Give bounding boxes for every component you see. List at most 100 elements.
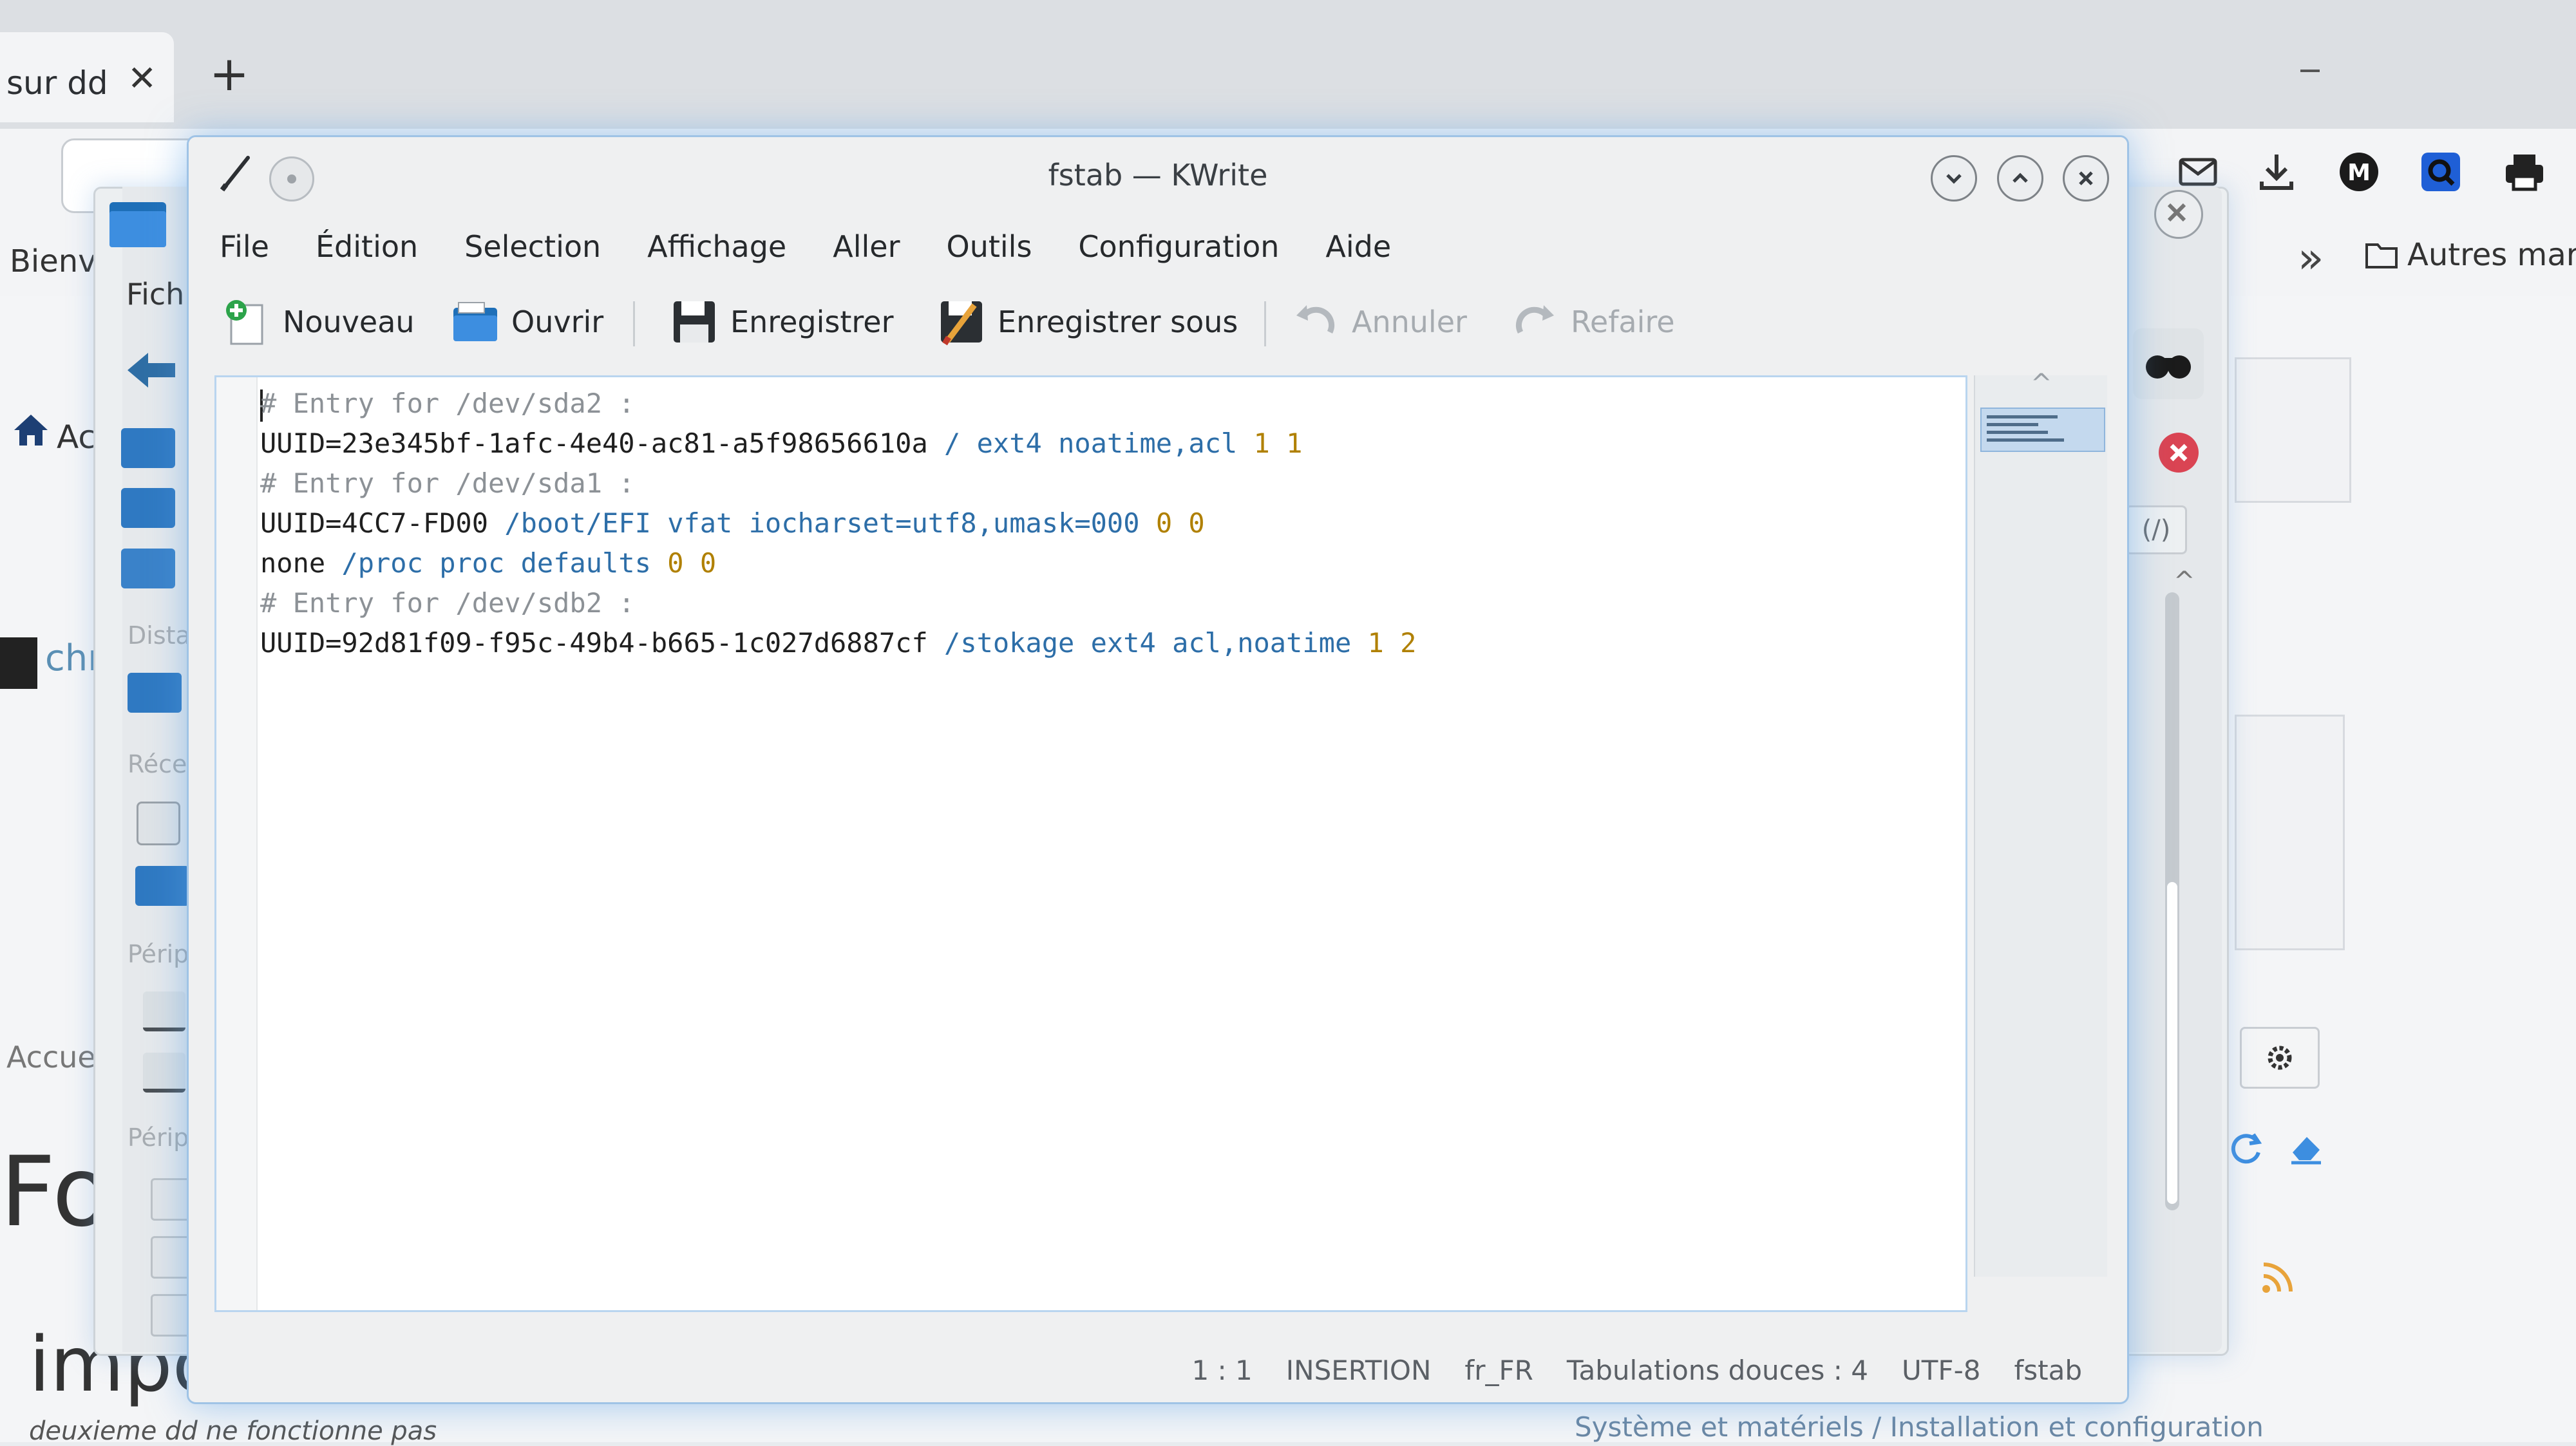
back-arrow-icon[interactable] (122, 348, 180, 393)
open-folder-icon (453, 301, 497, 341)
places-folder-icon[interactable] (121, 488, 175, 528)
comment-line[interactable]: # Entry for /dev/sda1 : (260, 464, 1416, 503)
minimap-line (1987, 431, 2048, 434)
fstab-mount-point: / (944, 427, 961, 459)
menu-go[interactable]: Aller (833, 229, 900, 264)
status-file-type[interactable]: fstab (2014, 1355, 2082, 1386)
extension-badge-text: M (2347, 160, 2371, 186)
fstab-entry-line[interactable]: none /proc proc defaults 0 0 (260, 543, 1416, 583)
extension-m-icon[interactable]: M (2336, 149, 2382, 194)
file-manager-menu-file[interactable]: Fich (126, 277, 184, 312)
other-bookmarks-folder[interactable]: Autres marc (2365, 237, 2576, 273)
fstab-entry-line[interactable]: UUID=92d81f09-f95c-49b4-b665-1c027d6887c… (260, 623, 1416, 663)
fstab-mount-point: /proc (341, 547, 423, 579)
status-dictionary[interactable]: fr_FR (1464, 1355, 1533, 1386)
places-folder-icon[interactable] (121, 428, 175, 468)
menu-view[interactable]: Affichage (647, 229, 786, 264)
file-manager-close-button[interactable] (2154, 190, 2203, 239)
category-breadcrumb[interactable]: Système et matériels / Installation et c… (1575, 1411, 2264, 1443)
bookmark-welcome[interactable]: Bienv (10, 243, 97, 279)
places-section-devices: Périp (128, 940, 189, 968)
menu-settings[interactable]: Configuration (1078, 229, 1279, 264)
minimize-button[interactable] (1931, 155, 1977, 202)
scroll-up-arrow[interactable]: ^ (2174, 567, 2195, 596)
refresh-icon[interactable] (2225, 1128, 2268, 1170)
places-network-icon[interactable] (128, 673, 182, 713)
browser-tab-close-button[interactable]: ✕ (128, 58, 156, 99)
fstab-options: acl,noatime (1172, 627, 1352, 659)
save-button[interactable]: Enregistrer (668, 291, 894, 352)
home-link[interactable]: Ac (57, 418, 96, 456)
menu-tools[interactable]: Outils (946, 229, 1032, 264)
comment-line[interactable]: # Entry for /dev/sdb2 : (260, 583, 1416, 623)
status-indentation[interactable]: Tabulations douces : 4 (1567, 1355, 1868, 1386)
places-section-recent: Réce (128, 750, 187, 778)
search-binoculars-button[interactable] (2133, 328, 2204, 399)
maximize-button[interactable] (1997, 155, 2043, 202)
menu-file[interactable]: File (220, 229, 269, 264)
status-cursor-position[interactable]: 1 : 1 (1191, 1355, 1252, 1386)
places-section-devices-2: Périp (128, 1123, 189, 1152)
scrollbar-minimap[interactable] (1974, 375, 2107, 1277)
binoculars-icon (2146, 355, 2191, 379)
recent-files-clock-icon[interactable] (137, 802, 180, 845)
status-encoding[interactable]: UTF-8 (1902, 1355, 1980, 1386)
fstab-entry-line[interactable]: UUID=23e345bf-1afc-4e40-ac81-a5f98656610… (260, 424, 1416, 464)
eraser-icon[interactable] (2285, 1128, 2327, 1170)
fstab-device: UUID=23e345bf-1afc-4e40-ac81-a5f98656610… (260, 427, 928, 459)
toolbar-separator (633, 301, 635, 346)
main-toolbar: Nouveau Ouvrir Enregistrer Enregistrer s… (189, 282, 2127, 362)
recent-locations-icon[interactable] (135, 866, 189, 906)
fstab-pass: 1 (1286, 427, 1303, 459)
drive-icon[interactable] (143, 1053, 185, 1093)
fstab-fs-type: ext4 (976, 427, 1042, 459)
editor-content[interactable]: # Entry for /dev/sda2 : UUID=23e345bf-1af… (260, 384, 1416, 663)
bookmarks-overflow-button[interactable]: » (2298, 233, 2324, 283)
new-document-icon (226, 299, 263, 344)
drive-icon[interactable] (143, 991, 185, 1031)
clear-error-icon[interactable] (2159, 433, 2199, 473)
settings-button[interactable] (2240, 1027, 2320, 1089)
open-button[interactable]: Ouvrir (450, 291, 603, 352)
undo-button[interactable]: Annuler (1290, 291, 1467, 352)
menu-help[interactable]: Aide (1325, 229, 1391, 264)
fstab-options: iocharset=utf8,umask=000 (748, 507, 1140, 539)
fstab-device: none (260, 547, 326, 579)
download-icon[interactable] (2254, 149, 2299, 194)
comment-line[interactable]: # Entry for /dev/sda2 : (260, 384, 1416, 424)
home-icon[interactable] (12, 412, 50, 448)
rss-icon[interactable] (2257, 1255, 2300, 1298)
print-icon[interactable] (2502, 149, 2547, 194)
chevron-up-icon (2012, 173, 2028, 183)
fstab-device: UUID=4CC7-FD00 (260, 507, 489, 539)
menu-edit[interactable]: Édition (316, 229, 418, 264)
filter-field[interactable]: (/) (2125, 505, 2187, 554)
folder-icon (2365, 241, 2398, 269)
avatar (0, 637, 37, 689)
file-manager-app-icon (108, 198, 167, 249)
title-bar[interactable]: fstab — KWrite (189, 137, 2127, 211)
new-tab-button[interactable]: + (209, 50, 249, 98)
editor-gutter (216, 377, 258, 1310)
status-input-mode[interactable]: INSERTION (1286, 1355, 1432, 1386)
places-section-remote: Dista (128, 621, 191, 650)
new-button-label: Nouveau (283, 304, 415, 339)
fstab-dump: 1 (1253, 427, 1270, 459)
close-button[interactable] (2063, 155, 2109, 202)
minimap-scroll-up-arrow[interactable]: ^ (2031, 369, 2052, 399)
new-button[interactable]: Nouveau (221, 291, 415, 352)
fstab-fs-type: ext4 (1090, 627, 1156, 659)
fstab-entry-line[interactable]: UUID=4CC7-FD00 /boot/EFI vfat iocharset=… (260, 503, 1416, 543)
file-manager-scrollbar-thumb[interactable] (2167, 882, 2177, 1204)
menu-selection[interactable]: Selection (464, 229, 601, 264)
save-as-button[interactable]: Enregistrer sous (936, 291, 1238, 352)
redo-button[interactable]: Refaire (1509, 291, 1675, 352)
fstab-dump: 0 (667, 547, 684, 579)
minimap-viewport[interactable] (1980, 408, 2105, 452)
kwrite-window: fstab — KWrite File Édition Selection Af… (187, 135, 2129, 1404)
browser-minimize-button[interactable] (2300, 70, 2320, 72)
text-editor-area[interactable]: # Entry for /dev/sda2 : UUID=23e345bf-1af… (214, 375, 1967, 1312)
extension-q-icon[interactable] (2418, 149, 2463, 194)
places-desktop-icon[interactable] (121, 549, 175, 588)
browser-tab[interactable]: sur dd ✕ (0, 32, 174, 122)
